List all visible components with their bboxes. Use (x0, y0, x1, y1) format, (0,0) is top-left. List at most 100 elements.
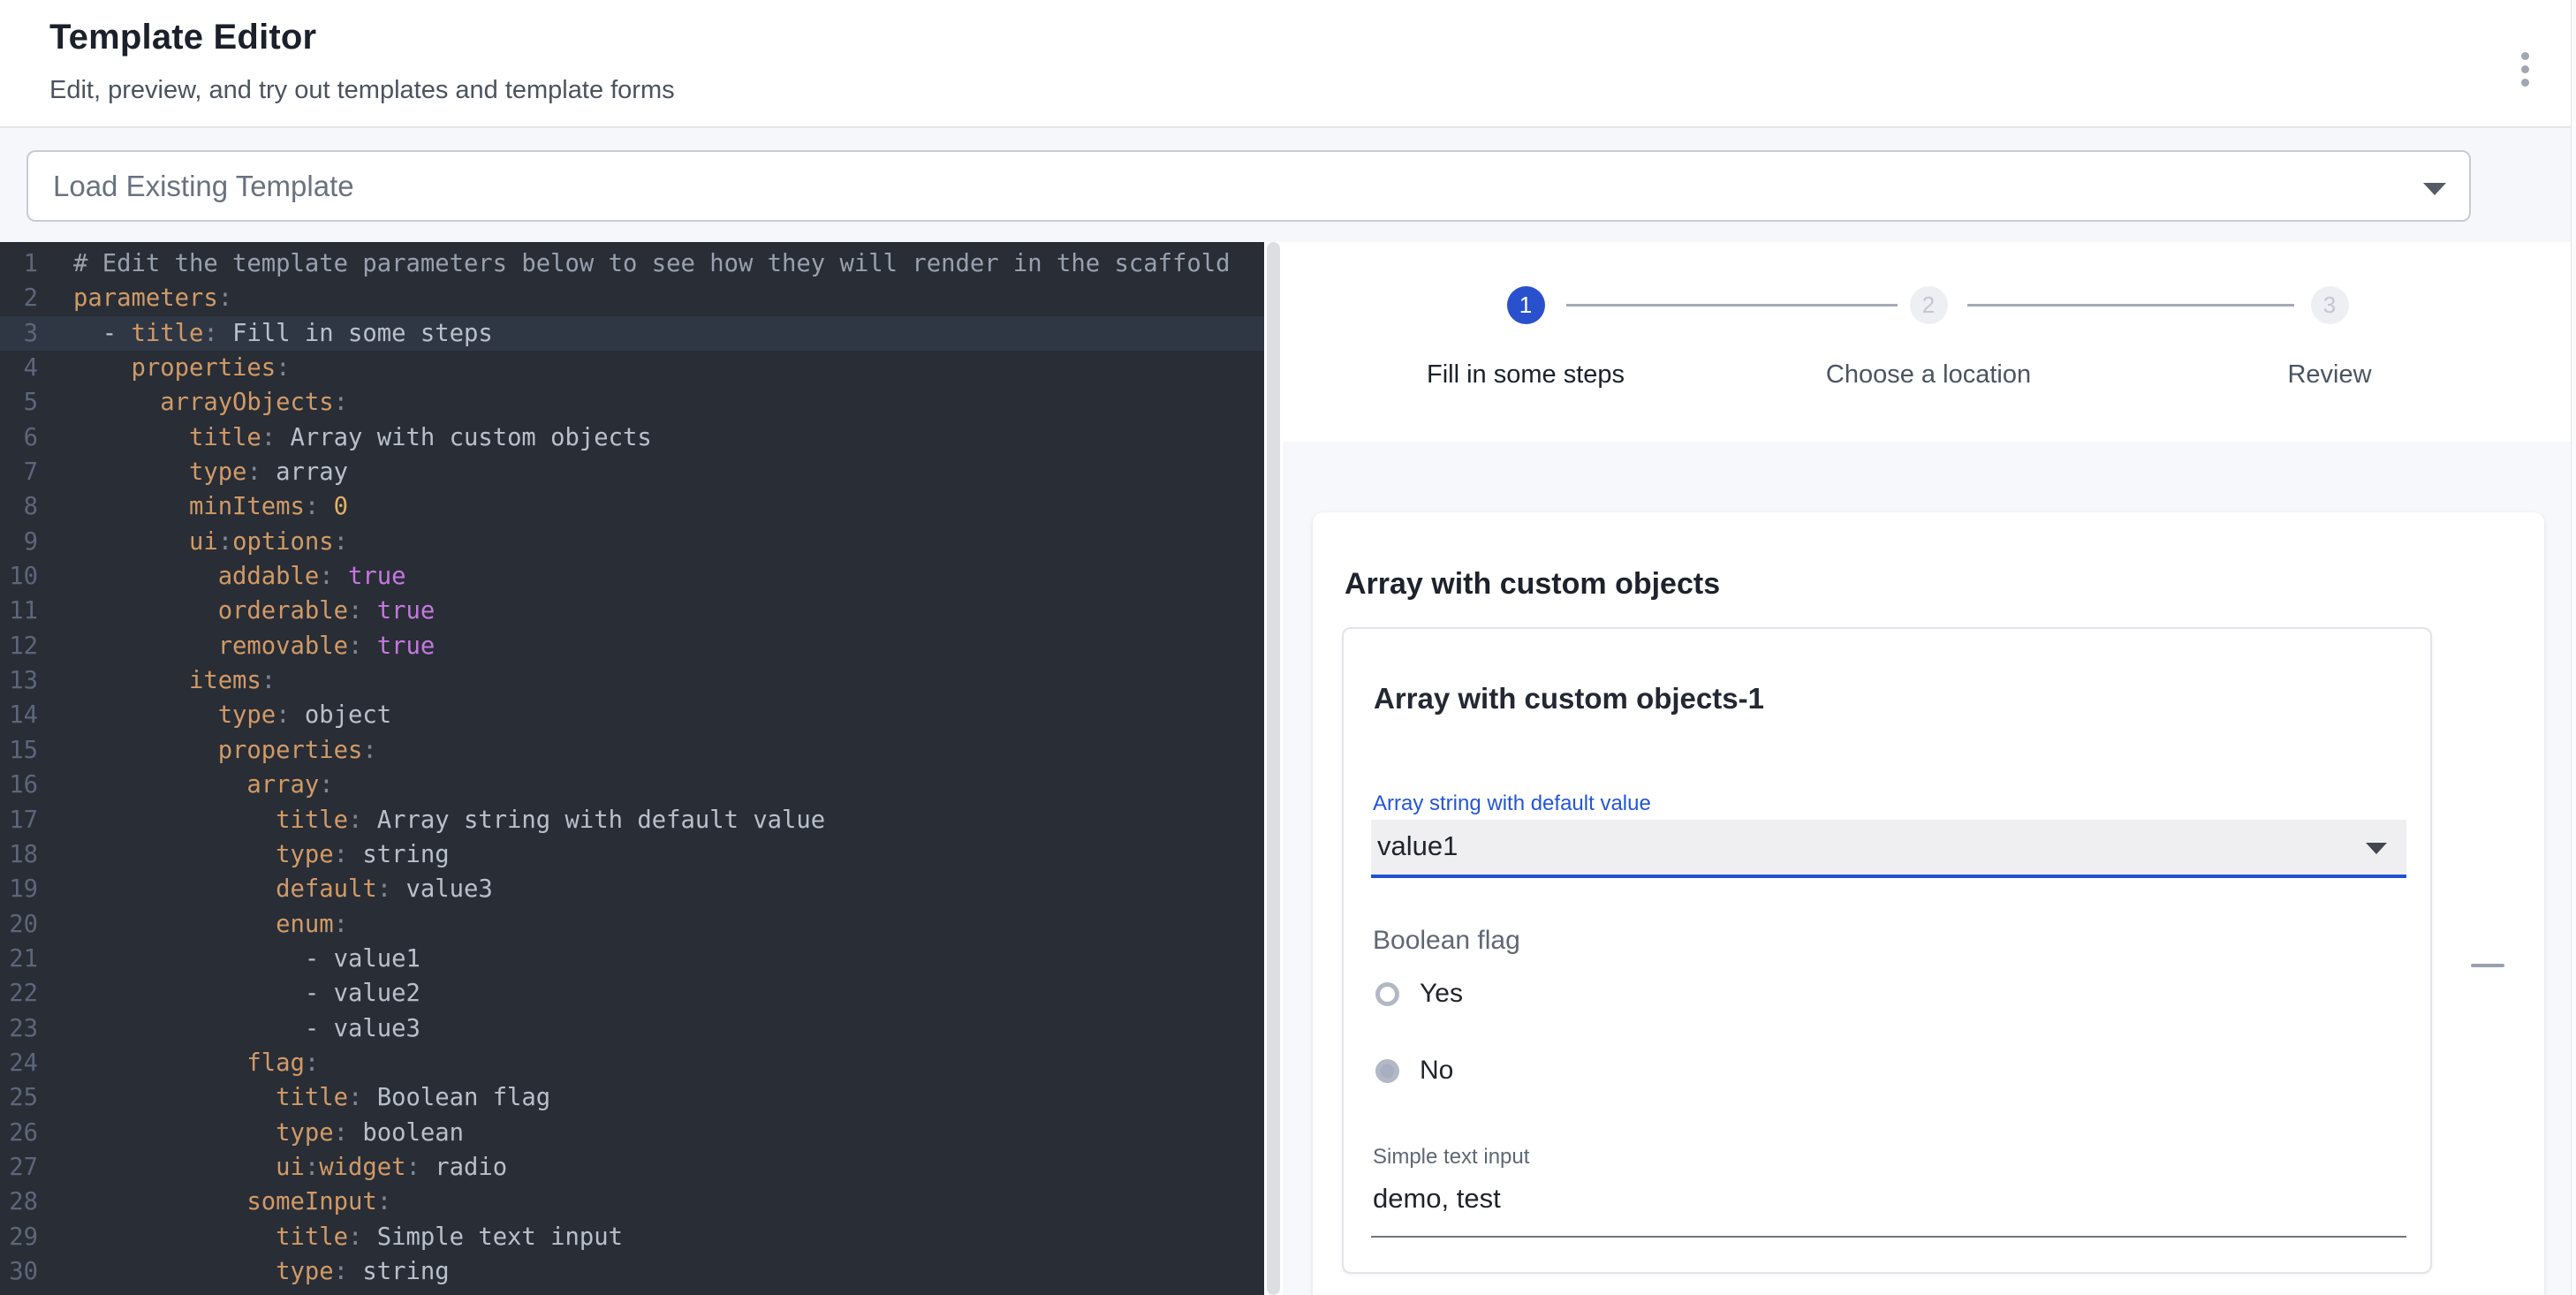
load-existing-template-select[interactable]: Load Existing Template (27, 150, 2471, 222)
step-circle-3[interactable]: 3 (2311, 286, 2349, 324)
step-content-card: Array with custom objects Array with cus… (1313, 512, 2544, 1295)
array-item-title: Array with custom objects-1 (1374, 682, 1764, 716)
line-number: 3 (0, 316, 38, 351)
code-line-5[interactable]: 5 arrayObjects: (0, 385, 1264, 420)
simple-text-input[interactable]: demo, test (1373, 1183, 1501, 1215)
line-number: 17 (0, 803, 38, 837)
code-line-11[interactable]: 11 orderable: true (0, 594, 1264, 628)
wizard-stepper: 1 Fill in some steps 2 Choose a location 3 Re… (1283, 242, 2576, 442)
line-number: 6 (0, 420, 38, 455)
code-line-13[interactable]: 13 items: (0, 663, 1264, 698)
code-line-24[interactable]: 24 flag: (0, 1046, 1264, 1080)
radio-option-yes[interactable]: Yes (1375, 974, 1463, 1013)
line-number: 21 (0, 942, 38, 976)
template-editor-window: Template Editor Edit, preview, and try o… (0, 0, 2576, 1295)
step-label-3: Review (2287, 360, 2371, 390)
line-number: 10 (0, 559, 38, 594)
code-line-27[interactable]: 27 ui:widget: radio (0, 1150, 1264, 1185)
page-scrollbar[interactable] (2571, 0, 2576, 1295)
array-section-title: Array with custom objects (1345, 567, 1720, 602)
line-content: removable: true (73, 629, 435, 663)
code-line-3[interactable]: 3 - title: Fill in some steps (0, 316, 1264, 351)
remove-array-item-button[interactable] (2466, 952, 2510, 979)
line-number: 25 (0, 1080, 38, 1115)
select-field-label: Array string with default value (1373, 791, 1651, 816)
code-line-14[interactable]: 14 type: object (0, 698, 1264, 732)
radio-option-no[interactable]: No (1375, 1051, 1453, 1090)
line-content: default: value3 (73, 872, 493, 906)
line-number: 5 (0, 385, 38, 420)
line-content: - value3 (73, 1011, 420, 1046)
editor-scrollbar-thumb[interactable] (1267, 242, 1280, 1295)
minus-icon (2471, 964, 2504, 967)
step-circle-1[interactable]: 1 (1507, 286, 1545, 324)
code-line-9[interactable]: 9 ui:options: (0, 525, 1264, 559)
line-content: array: (73, 768, 334, 802)
step-label-1: Fill in some steps (1427, 360, 1625, 390)
load-existing-template-placeholder: Load Existing Template (53, 170, 354, 203)
code-line-17[interactable]: 17 title: Array string with default valu… (0, 803, 1264, 837)
line-number: 14 (0, 698, 38, 732)
code-line-26[interactable]: 26 type: boolean (0, 1116, 1264, 1150)
line-content: enum: (73, 907, 348, 942)
line-number: 7 (0, 455, 38, 489)
line-number: 4 (0, 351, 38, 385)
line-number: 24 (0, 1046, 38, 1080)
line-content: type: string (73, 837, 450, 872)
line-content: title: Simple text input (73, 1220, 623, 1254)
array-string-select[interactable]: value1 (1371, 820, 2406, 878)
step-label-2: Choose a location (1826, 360, 2031, 390)
radio-group-label: Boolean flag (1373, 926, 1520, 956)
code-line-20[interactable]: 20 enum: (0, 907, 1264, 942)
code-line-1[interactable]: 1 # Edit the template parameters below to… (0, 246, 1264, 281)
code-line-10[interactable]: 10 addable: true (0, 559, 1264, 594)
code-line-4[interactable]: 4 properties: (0, 351, 1264, 385)
line-number: 13 (0, 663, 38, 698)
line-number: 1 (0, 246, 38, 281)
more-options-kebab-icon[interactable] (2507, 44, 2542, 94)
code-line-19[interactable]: 19 default: value3 (0, 872, 1264, 906)
code-line-16[interactable]: 16 array: (0, 768, 1264, 802)
radio-unselected-icon[interactable] (1375, 982, 1399, 1006)
caret-down-icon (2423, 183, 2446, 195)
code-line-22[interactable]: 22 - value2 (0, 976, 1264, 1011)
code-line-25[interactable]: 25 title: Boolean flag (0, 1080, 1264, 1115)
line-content: # Edit the template parameters below to … (73, 246, 1230, 281)
code-line-23[interactable]: 23 - value3 (0, 1011, 1264, 1046)
radio-selected-icon[interactable] (1375, 1059, 1399, 1083)
line-content: type: array (73, 455, 348, 489)
main-split: 1 # Edit the template parameters below to… (0, 242, 2576, 1295)
radio-option-label: No (1420, 1056, 1453, 1086)
code-line-28[interactable]: 28 someInput: (0, 1185, 1264, 1219)
line-number: 19 (0, 872, 38, 906)
line-number: 18 (0, 837, 38, 872)
line-content: addable: true (73, 559, 405, 594)
code-line-30[interactable]: 30 type: string (0, 1254, 1264, 1289)
yaml-code-editor[interactable]: 1 # Edit the template parameters below to… (0, 242, 1264, 1295)
line-content: title: Array string with default value (73, 803, 825, 837)
code-line-15[interactable]: 15 properties: (0, 733, 1264, 768)
text-input-underline (1371, 1236, 2406, 1238)
line-content: arrayObjects: (73, 385, 348, 420)
line-number: 26 (0, 1116, 38, 1150)
code-line-7[interactable]: 7 type: array (0, 455, 1264, 489)
line-content: minItems: 0 (73, 489, 348, 524)
line-content: flag: (73, 1046, 319, 1080)
step-connector-1 (1566, 304, 1898, 307)
code-line-21[interactable]: 21 - value1 (0, 942, 1264, 976)
line-number: 2 (0, 281, 38, 315)
line-content: type: string (73, 1254, 450, 1289)
line-number: 29 (0, 1220, 38, 1254)
step-circle-2[interactable]: 2 (1910, 286, 1948, 324)
code-line-29[interactable]: 29 title: Simple text input (0, 1220, 1264, 1254)
code-line-18[interactable]: 18 type: string (0, 837, 1264, 872)
code-line-12[interactable]: 12 removable: true (0, 629, 1264, 663)
code-lines: 1 # Edit the template parameters below to… (0, 242, 1264, 1289)
code-line-6[interactable]: 6 title: Array with custom objects (0, 420, 1264, 455)
radio-option-label: Yes (1420, 979, 1463, 1009)
code-line-2[interactable]: 2parameters: (0, 281, 1264, 315)
line-number: 22 (0, 976, 38, 1011)
line-number: 11 (0, 594, 38, 628)
line-number: 12 (0, 629, 38, 663)
code-line-8[interactable]: 8 minItems: 0 (0, 489, 1264, 524)
